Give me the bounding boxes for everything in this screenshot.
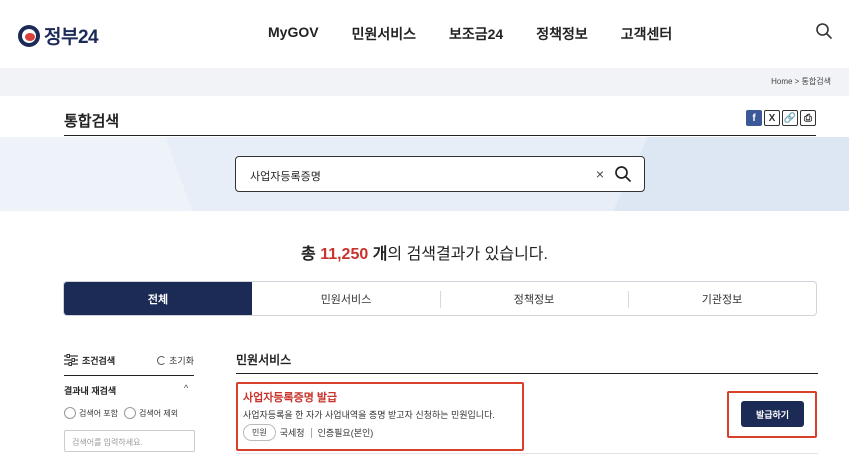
search-value: 사업자등록증명: [250, 171, 321, 183]
result-prefix: 총: [301, 246, 321, 263]
tab-policy[interactable]: 정책정보: [440, 282, 628, 315]
refine-placeholder: 검색어를 입력하세요.: [72, 438, 143, 447]
site-logo[interactable]: 정부24: [18, 22, 99, 49]
chevron-up-icon[interactable]: ^: [184, 383, 188, 393]
category-badge: 민원: [243, 424, 276, 441]
result-description: 사업자등록을 한 자가 사업내역을 증명 받고자 신청하는 민원입니다.: [243, 410, 495, 420]
filter-icon: [64, 354, 78, 366]
radio-exclude[interactable]: 검색어 제외: [124, 407, 178, 419]
link-icon[interactable]: 🔗: [782, 110, 798, 126]
radio-exclude-label: 검색어 제외: [139, 408, 179, 418]
filter-title: 조건검색: [82, 356, 116, 366]
refine-search-label: 결과내 재검색: [64, 386, 117, 396]
filter-header: 조건검색 초기화: [64, 352, 194, 370]
tab-civil-service[interactable]: 민원서비스: [252, 282, 440, 315]
divider: [310, 427, 312, 438]
result-title-link[interactable]: 사업자등록증명 발급: [243, 389, 337, 405]
nav-item-subsidy24[interactable]: 보조금24: [449, 24, 503, 44]
radio-include[interactable]: 검색어 포함: [64, 407, 118, 419]
refine-search-input[interactable]: 검색어를 입력하세요.: [64, 430, 195, 452]
site-header: 정부24 MyGOV 민원서비스 보조금24 정책정보 고객센터: [0, 0, 849, 68]
search-submit-icon[interactable]: [614, 165, 632, 183]
radio-circle-icon: [64, 407, 76, 419]
logo-text: 정부24: [44, 27, 99, 48]
agency-label: 국세청: [279, 428, 305, 438]
result-unit: 개: [368, 246, 388, 263]
breadcrumb[interactable]: Home > 통합검색: [771, 76, 831, 87]
result-count: 총 11,250 개의 검색결과가 있습니다.: [0, 240, 849, 264]
radio-circle-icon: [124, 407, 137, 419]
auth-label: 인증필요(본인): [317, 428, 374, 438]
nav-item-customer-center[interactable]: 고객센터: [621, 24, 673, 44]
tab-all[interactable]: 전체: [64, 282, 252, 315]
logo-icon: [18, 24, 40, 47]
search-icon[interactable]: [815, 22, 833, 40]
result-meta: 민원 국세청 인증필요(본인): [243, 424, 373, 441]
print-icon[interactable]: ⎙: [800, 110, 816, 126]
facebook-icon[interactable]: f: [746, 110, 762, 126]
nav-item-civil-service[interactable]: 민원서비스: [352, 24, 416, 44]
clear-icon[interactable]: ×: [596, 166, 604, 182]
title-row: 통합검색 f X 🔗 ⎙: [64, 106, 816, 136]
main-nav: MyGOV 민원서비스 보조금24 정책정보 고객센터: [268, 24, 705, 44]
reset-label: 초기화: [169, 356, 194, 366]
divider: [64, 375, 194, 376]
refresh-icon: [157, 356, 167, 365]
issue-button[interactable]: 발급하기: [741, 401, 804, 427]
nav-item-mygov[interactable]: MyGOV: [268, 24, 319, 44]
band-decoration: [0, 137, 206, 211]
tab-agency[interactable]: 기관정보: [628, 282, 816, 315]
search-input[interactable]: 사업자등록증명 ×: [235, 156, 645, 192]
result-suffix: 의 검색결과가 있습니다.: [387, 246, 548, 263]
breadcrumb-band: Home > 통합검색: [0, 68, 849, 96]
x-icon[interactable]: X: [764, 110, 780, 126]
result-tabs: 전체 민원서비스 정책정보 기관정보: [63, 281, 817, 316]
section-title: 민원서비스: [236, 353, 292, 367]
share-tools: f X 🔗 ⎙: [746, 110, 816, 126]
refine-options: 검색어 포함 검색어 제외: [64, 407, 178, 419]
reset-button[interactable]: 초기화: [157, 354, 194, 367]
nav-item-policy[interactable]: 정책정보: [536, 24, 588, 44]
search-band: 사업자등록증명 ×: [0, 137, 849, 211]
page-title: 통합검색: [64, 113, 120, 130]
result-number: 11,250: [320, 246, 369, 263]
radio-include-label: 검색어 포함: [79, 408, 119, 418]
